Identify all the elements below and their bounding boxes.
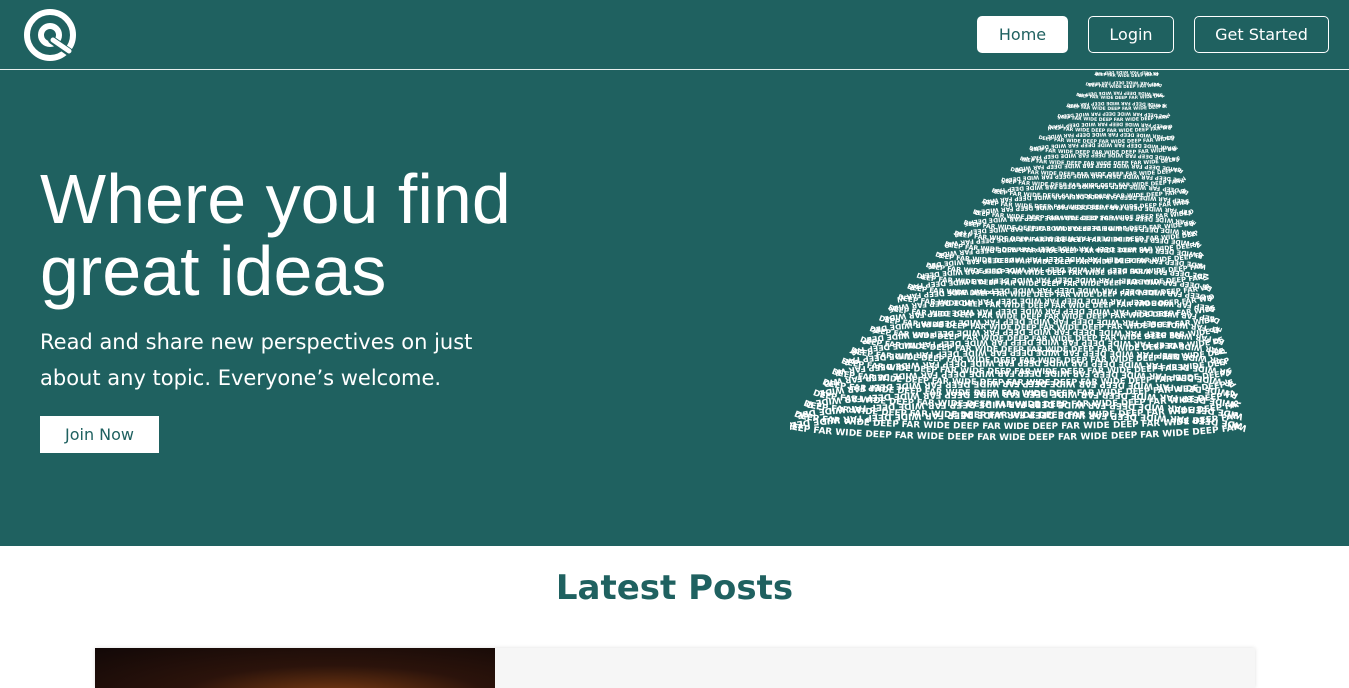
login-button[interactable]: Login xyxy=(1088,16,1174,53)
post-thumbnail[interactable] xyxy=(95,648,495,688)
subtitle-line-2: about any topic. Everyone’s welcome. xyxy=(40,366,442,390)
latest-posts-title: Latest Posts xyxy=(555,568,794,608)
home-button[interactable]: Home xyxy=(977,16,1068,53)
post-card[interactable] xyxy=(95,648,1255,688)
headline-line-2: great ideas xyxy=(40,232,387,310)
get-started-button[interactable]: Get Started xyxy=(1194,16,1329,53)
subtitle-line-1: Read and share new perspectives on just xyxy=(40,330,473,354)
cone-ring-text: DEEP FAR WIDE DEEP FAR WIDE DEEP FAR WID… xyxy=(790,70,1160,78)
join-now-button[interactable]: Join Now xyxy=(40,416,159,453)
post-body xyxy=(495,648,1255,688)
text-cone-illustration: DEEP FAR WIDE DEEP FAR WIDE DEEP FAR WID… xyxy=(790,70,1249,443)
cone-ring-text: DEEP FAR WIDE DEEP FAR WIDE DEEP FAR WID… xyxy=(1064,100,1169,112)
hero-section: Home Login Get Started Where you find gr… xyxy=(0,0,1349,546)
hero-headline: Where you find great ideas xyxy=(40,163,600,307)
headline-line-1: Where you find xyxy=(40,160,511,238)
logo-icon[interactable] xyxy=(22,7,78,63)
cone-ring-text: DEEP FAR WIDE DEEP FAR WIDE DEEP FAR WID… xyxy=(1085,80,1163,89)
hero-subtitle: Read and share new perspectives on just … xyxy=(40,324,540,396)
top-navbar: Home Login Get Started xyxy=(0,0,1349,70)
